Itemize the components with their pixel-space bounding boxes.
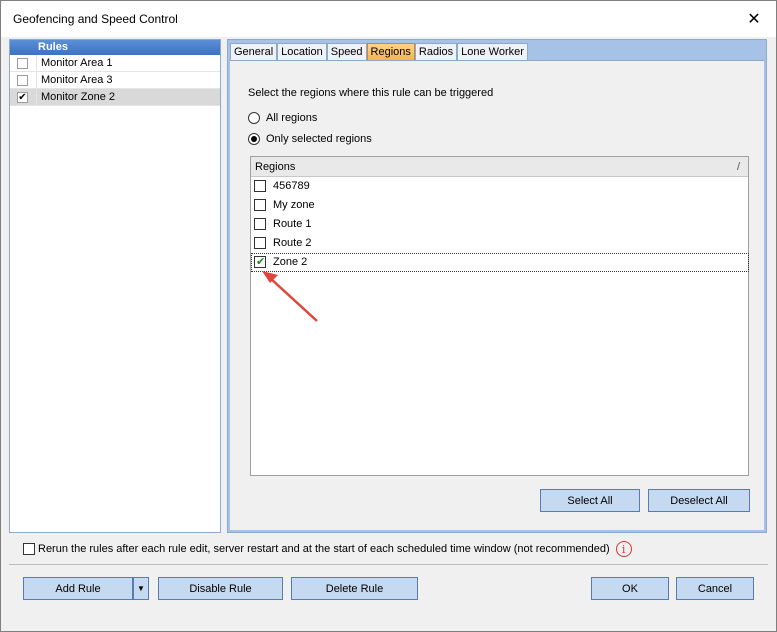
add-rule-button[interactable]: Add Rule — [23, 577, 133, 600]
rules-panel: Rules Monitor Area 1 Monitor Area 3 ✔ Mo… — [9, 39, 221, 533]
region-checkbox[interactable] — [254, 218, 266, 230]
region-checkbox[interactable] — [254, 199, 266, 211]
list-item[interactable]: Route 2 — [251, 234, 748, 253]
radio-label: Only selected regions — [266, 133, 372, 145]
rerun-option[interactable]: Rerun the rules after each rule edit, se… — [23, 541, 632, 557]
cancel-button[interactable]: Cancel — [676, 577, 754, 600]
disable-rule-button[interactable]: Disable Rule — [158, 577, 283, 600]
region-checkbox[interactable] — [254, 180, 266, 192]
rule-checkbox[interactable] — [17, 58, 28, 69]
tab-speed[interactable]: Speed — [326, 43, 367, 60]
close-icon: ✕ — [747, 11, 761, 28]
window-title: Geofencing and Speed Control — [13, 12, 178, 26]
regions-column-header[interactable]: Regions / — [251, 157, 748, 177]
rerun-checkbox[interactable] — [23, 543, 35, 555]
tab-strip: General Location Speed Regions Radios Lo… — [228, 43, 528, 60]
tab-lone-worker[interactable]: Lone Worker — [457, 43, 528, 60]
close-button[interactable]: ✕ — [732, 1, 776, 37]
radio-label: All regions — [266, 112, 318, 124]
instruction-text: Select the regions where this rule can b… — [248, 87, 494, 99]
rule-detail-panel: General Location Speed Regions Radios Lo… — [227, 39, 767, 533]
radio-all-regions[interactable]: All regions — [248, 112, 317, 124]
list-item[interactable]: 456789 — [251, 177, 748, 196]
rule-label: Monitor Area 3 — [41, 74, 113, 86]
radio-button[interactable] — [248, 112, 260, 124]
list-item[interactable]: My zone — [251, 196, 748, 215]
rule-row[interactable]: ✔ Monitor Zone 2 — [10, 89, 220, 106]
ok-button[interactable]: OK — [591, 577, 669, 600]
list-item[interactable]: Zone 2 — [251, 253, 749, 272]
region-checkbox[interactable] — [254, 253, 266, 272]
dialog-window: Geofencing and Speed Control ✕ Rules Mon… — [0, 0, 777, 632]
regions-list: Regions / 456789 My zone Route 1 Route 2… — [250, 156, 749, 476]
sort-icon: / — [736, 161, 740, 173]
rule-row[interactable]: Monitor Area 3 — [10, 72, 220, 89]
list-item[interactable]: Route 1 — [251, 215, 748, 234]
info-icon[interactable]: i — [615, 541, 632, 557]
title-bar: Geofencing and Speed Control ✕ — [1, 1, 776, 37]
tab-regions[interactable]: Regions — [366, 43, 415, 60]
rerun-label: Rerun the rules after each rule edit, se… — [38, 543, 610, 555]
rule-label: Monitor Area 1 — [41, 57, 113, 69]
rule-checkbox[interactable] — [17, 75, 28, 86]
regions-tab-content: Select the regions where this rule can b… — [230, 60, 764, 530]
footer-separator — [9, 564, 768, 565]
radio-button[interactable] — [248, 133, 260, 145]
rule-checkbox[interactable]: ✔ — [17, 92, 28, 103]
rules-header: Rules — [10, 40, 220, 55]
select-all-button[interactable]: Select All — [540, 489, 640, 512]
radio-only-selected[interactable]: Only selected regions — [248, 133, 372, 145]
deselect-all-button[interactable]: Deselect All — [648, 489, 750, 512]
chevron-down-icon: ▼ — [137, 584, 145, 593]
tab-general[interactable]: General — [230, 43, 278, 60]
add-rule-dropdown[interactable]: ▼ — [133, 577, 149, 600]
delete-rule-button[interactable]: Delete Rule — [291, 577, 418, 600]
region-checkbox[interactable] — [254, 237, 266, 249]
tab-location[interactable]: Location — [277, 43, 327, 60]
rule-label: Monitor Zone 2 — [41, 91, 115, 103]
tab-radios[interactable]: Radios — [414, 43, 458, 60]
rule-row[interactable]: Monitor Area 1 — [10, 55, 220, 72]
